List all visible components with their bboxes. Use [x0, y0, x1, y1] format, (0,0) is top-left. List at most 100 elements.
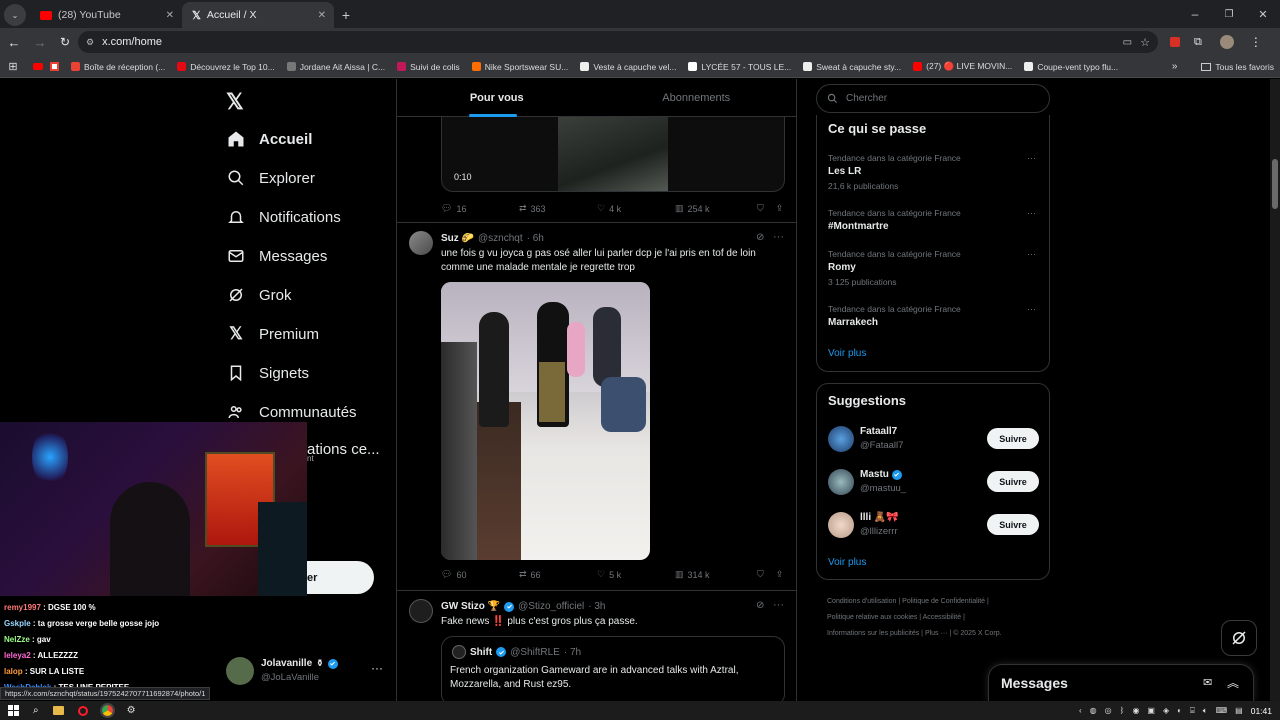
- author-avatar[interactable]: [409, 599, 433, 623]
- volume-icon[interactable]: 🔈︎: [1203, 706, 1208, 716]
- tab-abonnements[interactable]: Abonnements: [597, 79, 797, 116]
- reload-icon[interactable]: ↻: [52, 35, 78, 49]
- tray-app-icon[interactable]: ▤: [1235, 706, 1243, 715]
- trend-more-icon[interactable]: ···: [1027, 249, 1036, 259]
- account-switcher[interactable]: Jolavanille ⚱ @JoLaVanille ···: [226, 655, 386, 687]
- bookmark-item[interactable]: (27) 🔴 LIVE MOVIN...: [907, 61, 1018, 72]
- author-name[interactable]: GW Stizo 🏆: [441, 601, 500, 612]
- expand-drawer-icon[interactable]: ︽: [1227, 674, 1239, 691]
- scrollbar-thumb[interactable]: [1272, 159, 1278, 209]
- restore-icon[interactable]: ❐: [1212, 0, 1246, 28]
- file-explorer-icon[interactable]: [52, 706, 64, 715]
- search-icon[interactable]: ⌕: [33, 705, 39, 716]
- footer-link[interactable]: Accessibilité: [923, 614, 962, 621]
- chrome-icon[interactable]: [99, 703, 115, 718]
- footer-link[interactable]: Politique relative aux cookies: [827, 614, 917, 621]
- trend-more-icon[interactable]: ···: [1027, 153, 1036, 163]
- messages-drawer[interactable]: Messages ✉ ︽: [988, 664, 1254, 701]
- views-button[interactable]: ▥ 254 k: [675, 203, 753, 214]
- x-home-logo[interactable]: 𝕏: [226, 89, 244, 115]
- like-button[interactable]: ♡ 5 k: [597, 569, 675, 580]
- share-icon[interactable]: ⇪: [776, 203, 784, 214]
- trend-more-icon[interactable]: ···: [1027, 304, 1036, 314]
- tray-app-icon[interactable]: ▣: [1147, 706, 1155, 715]
- tab-search-icon[interactable]: ⌄: [4, 4, 26, 26]
- reply-button[interactable]: 💬︎ 16: [441, 203, 519, 214]
- grok-float-button[interactable]: [1221, 620, 1257, 656]
- reply-button[interactable]: 💬︎ 60: [441, 569, 519, 580]
- bookmark-item[interactable]: Jordane Ait Aissa | C...: [281, 62, 391, 72]
- tweet-time[interactable]: · 6h: [527, 233, 544, 244]
- tab-pour-vous[interactable]: Pour vous: [397, 79, 597, 117]
- keyboard-icon[interactable]: ⌨: [1216, 706, 1228, 715]
- bookmark-star-icon[interactable]: ☆: [1140, 36, 1150, 49]
- account-more-icon[interactable]: ···: [371, 661, 383, 675]
- nav-premium[interactable]: 𝕏 Premium: [226, 324, 319, 344]
- follow-button[interactable]: Suivre: [987, 514, 1039, 535]
- nav-notifications[interactable]: Notifications: [226, 207, 341, 227]
- trend-more-icon[interactable]: ···: [1027, 208, 1036, 218]
- extensions-icon[interactable]: ⧉: [1194, 36, 1202, 49]
- tray-app-icon[interactable]: ◈: [1163, 706, 1169, 715]
- close-tab-icon[interactable]: ✕: [318, 10, 326, 21]
- bookmark-item[interactable]: Veste à capuche vel...: [574, 62, 682, 72]
- tray-chevron-icon[interactable]: ‹: [1079, 706, 1082, 715]
- author-handle[interactable]: @sznchqt: [478, 233, 523, 244]
- follow-button[interactable]: Suivre: [987, 471, 1039, 492]
- author-avatar[interactable]: [409, 231, 433, 255]
- new-message-icon[interactable]: ✉: [1203, 676, 1212, 689]
- tray-app-icon[interactable]: ◉: [1132, 706, 1139, 715]
- search-box[interactable]: Chercher: [816, 84, 1050, 113]
- bluetooth-icon[interactable]: ᛒ: [1120, 706, 1125, 715]
- nav-communautes[interactable]: Communautés: [226, 402, 357, 422]
- forward-icon[interactable]: →: [28, 35, 52, 50]
- network-icon[interactable]: ⌸: [1190, 706, 1195, 716]
- views-button[interactable]: ▥ 314 k: [675, 569, 753, 580]
- bookmark-gmail-icon[interactable]: [50, 62, 59, 71]
- bookmark-icon[interactable]: ⛉: [757, 203, 764, 214]
- author-handle[interactable]: @Stizo_officiel: [518, 601, 584, 612]
- bookmark-item[interactable]: Nike Sportswear SU...: [466, 62, 575, 72]
- bookmark-item[interactable]: Boîte de réception (...: [65, 62, 171, 72]
- tweet-photo[interactable]: [441, 282, 650, 560]
- url-field[interactable]: ⚙ x.com/home ▭ ☆: [78, 31, 1158, 53]
- nav-partial-item[interactable]: ations ce...: [307, 441, 380, 458]
- app-icon[interactable]: ⚙: [127, 705, 136, 716]
- apps-grid-icon[interactable]: ⊞: [0, 60, 26, 73]
- cast-icon[interactable]: ▭: [1123, 37, 1132, 48]
- like-button[interactable]: ♡ 4 k: [597, 203, 675, 214]
- opera-icon[interactable]: [77, 705, 88, 716]
- grok-action-icon[interactable]: ⊘: [756, 600, 764, 611]
- bookmark-item[interactable]: LYCÉE 57 - TOUS LE...: [682, 62, 797, 72]
- browser-menu-icon[interactable]: ⋮: [1250, 35, 1262, 49]
- back-icon[interactable]: ←: [0, 35, 28, 50]
- footer-link[interactable]: Informations sur les publicités: [827, 630, 919, 637]
- tray-app-icon[interactable]: ◎: [1105, 706, 1112, 715]
- tweet[interactable]: Suz 🌮 @sznchqt · 6h ⊘ ··· une fois g vu …: [397, 223, 796, 591]
- suggestions-see-more-link[interactable]: Voir plus: [828, 557, 866, 568]
- more-icon[interactable]: ···: [773, 599, 784, 611]
- new-tab-icon[interactable]: +: [334, 2, 358, 28]
- bookmark-youtube-icon[interactable]: [33, 63, 43, 70]
- footer-link[interactable]: Plus ···: [925, 630, 948, 637]
- nav-grok[interactable]: Grok: [226, 285, 292, 305]
- more-bookmarks-icon[interactable]: »: [1172, 61, 1178, 72]
- close-tab-icon[interactable]: ✕: [166, 10, 174, 21]
- more-icon[interactable]: ···: [773, 231, 784, 243]
- windows-start-icon[interactable]: [8, 705, 19, 716]
- clock[interactable]: 01:41: [1251, 706, 1272, 716]
- bookmark-item[interactable]: Sweat à capuche sty...: [797, 62, 907, 72]
- tray-app-icon[interactable]: ◐: [1177, 706, 1182, 715]
- tweet[interactable]: GW Stizo 🏆 @Stizo_officiel · 3h ⊘ ··· Fa…: [397, 591, 796, 701]
- bookmark-item[interactable]: Suivi de colis: [391, 62, 466, 72]
- bookmark-icon[interactable]: ⛉: [757, 569, 764, 580]
- tab-youtube[interactable]: (28) YouTube ✕: [30, 2, 182, 28]
- tray-app-icon[interactable]: ◍: [1090, 706, 1097, 715]
- minimize-icon[interactable]: –: [1178, 0, 1212, 28]
- tab-x[interactable]: 𝕏 Accueil / X ✕: [182, 2, 334, 28]
- bookmark-item[interactable]: Découvrez le Top 10...: [171, 62, 280, 72]
- repost-button[interactable]: ⇄ 363: [519, 203, 597, 214]
- page-scrollbar[interactable]: [1270, 79, 1280, 701]
- site-info-icon[interactable]: ⚙: [86, 37, 94, 48]
- tweet-video[interactable]: 0:10: [441, 117, 785, 192]
